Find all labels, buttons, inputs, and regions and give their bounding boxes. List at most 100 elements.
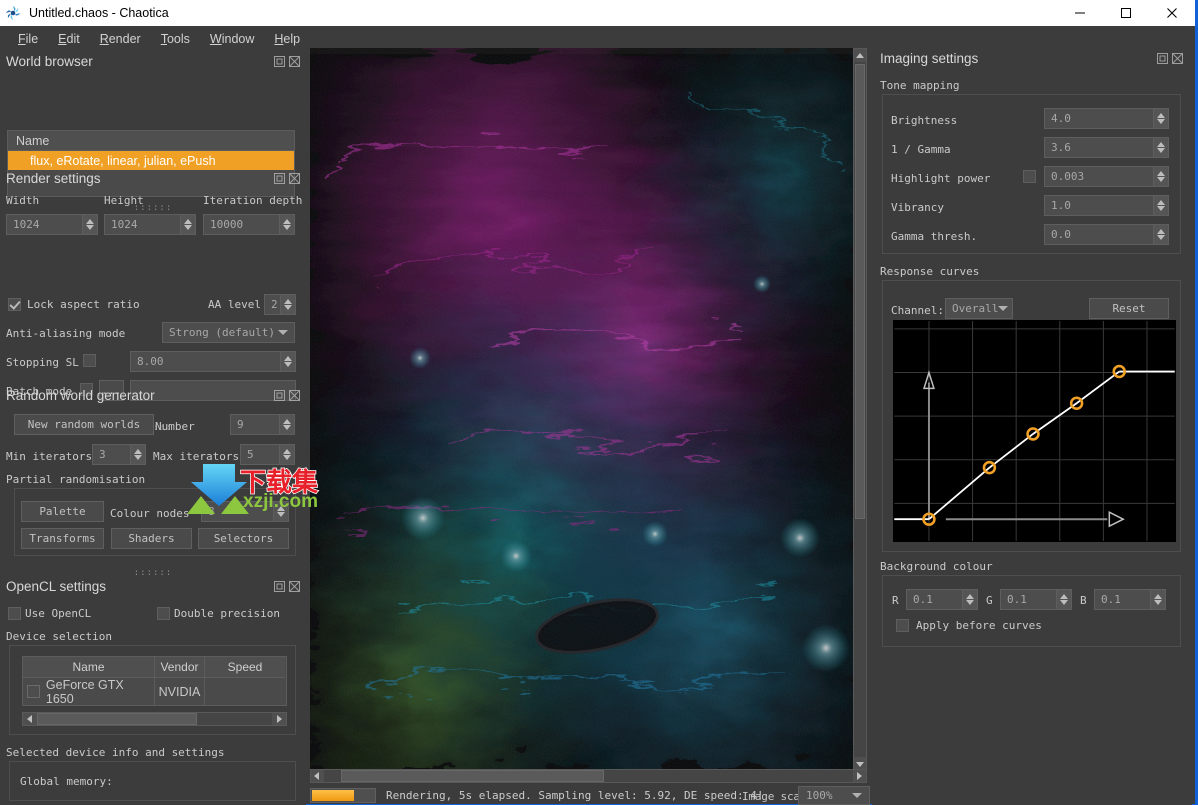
width-value: 1024 [13,218,40,231]
width-stepper[interactable] [82,215,97,234]
bg-b-stepper[interactable] [1150,590,1165,609]
aa-level-input[interactable]: 2 [264,294,296,315]
vscroll-thumb[interactable] [855,64,865,519]
scroll-left-icon[interactable] [311,770,324,782]
vibrancy-value: 1.0 [1051,199,1071,212]
gamma-thresh-input[interactable]: 0.0 [1044,224,1169,245]
bg-r-stepper[interactable] [962,590,977,609]
hscroll-track[interactable] [37,713,272,725]
double-precision-checkbox[interactable] [157,607,170,620]
minimize-button[interactable] [1057,0,1103,26]
float-panel-icon[interactable] [274,390,285,401]
maximize-button[interactable] [1103,0,1149,26]
close-panel-icon[interactable] [1172,53,1183,64]
bg-g-input[interactable]: 0.1 [1000,589,1072,610]
max-iterators-input[interactable]: 5 [240,444,295,465]
float-panel-icon[interactable] [1157,53,1168,64]
selectors-button[interactable]: Selectors [198,528,289,549]
use-opencl-checkbox[interactable] [8,607,21,620]
gamma-input[interactable]: 3.6 [1044,137,1169,158]
max-iterators-stepper[interactable] [279,445,294,464]
scroll-up-icon[interactable] [854,49,866,62]
float-panel-icon[interactable] [274,173,285,184]
channel-select[interactable]: Overall [945,298,1013,319]
aa-level-label: AA level [208,298,261,311]
number-stepper[interactable] [279,415,294,434]
selected-device-info-label: Selected device info and settings [6,746,225,759]
iteration-depth-stepper[interactable] [279,215,294,234]
menu-window[interactable]: Window [200,30,264,48]
menu-window-label: indow [221,31,255,46]
float-panel-icon[interactable] [274,56,285,67]
menu-help[interactable]: Help [264,30,310,48]
device-table-hscrollbar[interactable] [22,712,287,726]
bg-g-stepper[interactable] [1056,590,1071,609]
scroll-right-icon[interactable] [853,770,866,782]
apply-before-curves-checkbox[interactable] [896,619,909,632]
gamma-thresh-stepper[interactable] [1153,225,1168,244]
close-button[interactable] [1149,0,1195,26]
close-panel-icon[interactable] [289,173,300,184]
colour-nodes-stepper[interactable] [273,502,288,521]
hscroll-thumb[interactable] [341,770,604,782]
splitter-random-opencl[interactable]: :::::: [0,568,306,578]
lock-aspect-ratio-checkbox[interactable] [8,298,21,311]
left-dock: World browser Name flux, eRotate, linear… [0,51,306,805]
device-enable-checkbox[interactable] [27,685,40,698]
bg-b-input[interactable]: 0.1 [1094,589,1166,610]
colour-nodes-input[interactable]: 8 [201,501,289,522]
brightness-stepper[interactable] [1153,109,1168,128]
float-panel-icon[interactable] [274,581,285,592]
highlight-power-stepper[interactable] [1153,167,1168,186]
width-input[interactable]: 1024 [6,214,98,235]
menu-file[interactable]: File [8,30,48,48]
shaders-button[interactable]: Shaders [111,528,192,549]
partial-randomisation-label: Partial randomisation [6,473,146,486]
bg-b-label: B [1080,594,1087,607]
bg-r-input[interactable]: 0.1 [906,589,978,610]
highlight-power-checkbox[interactable] [1023,170,1036,183]
palette-button[interactable]: Palette [21,501,104,522]
viewport-vscrollbar[interactable] [853,48,867,771]
global-memory-label: Global memory: [20,775,113,788]
menu-tools[interactable]: Tools [151,30,200,48]
iteration-depth-input[interactable]: 10000 [203,214,295,235]
close-panel-icon[interactable] [289,581,300,592]
device-table[interactable]: Name Vendor Speed GeForce GTX 1650 NVIDI… [22,656,287,706]
min-iterators-input[interactable]: 3 [92,444,146,465]
aa-level-stepper[interactable] [280,295,295,314]
hscroll-thumb[interactable] [37,713,197,725]
response-curve-plot[interactable] [893,320,1176,542]
world-browser-list[interactable]: Name flux, eRotate, linear, julian, ePus… [7,130,295,197]
menu-file-label: ile [25,31,39,46]
list-item[interactable]: flux, eRotate, linear, julian, ePush [8,151,294,170]
menu-edit[interactable]: Edit [48,30,90,48]
table-row[interactable]: GeForce GTX 1650 NVIDIA [23,678,286,706]
gamma-stepper[interactable] [1153,138,1168,157]
close-panel-icon[interactable] [289,56,300,67]
vibrancy-stepper[interactable] [1153,196,1168,215]
stopping-sl-stepper[interactable] [280,352,295,371]
reset-curve-button[interactable]: Reset [1089,298,1169,319]
stopping-sl-checkbox[interactable] [83,354,96,367]
highlight-power-input[interactable]: 0.003 [1044,166,1169,187]
render-viewport[interactable] [310,48,863,771]
number-input[interactable]: 9 [230,414,295,435]
viewport-hscrollbar[interactable] [310,769,867,783]
stopping-sl-input[interactable]: 8.00 [130,351,296,372]
transforms-button[interactable]: Transforms [21,528,104,549]
scroll-left-icon[interactable] [23,713,37,725]
max-iterators-value: 5 [247,448,254,461]
height-label: Height [104,194,144,207]
scroll-right-icon[interactable] [272,713,286,725]
brightness-input[interactable]: 4.0 [1044,108,1169,129]
aa-mode-select[interactable]: Strong (default) [162,322,295,343]
menu-render[interactable]: Render [90,30,151,48]
new-random-worlds-button[interactable]: New random worlds [14,414,154,435]
image-scale-select[interactable]: 100% [798,786,870,805]
close-panel-icon[interactable] [289,390,300,401]
height-input[interactable]: 1024 [104,214,196,235]
min-iterators-stepper[interactable] [130,445,145,464]
vibrancy-input[interactable]: 1.0 [1044,195,1169,216]
height-stepper[interactable] [180,215,195,234]
